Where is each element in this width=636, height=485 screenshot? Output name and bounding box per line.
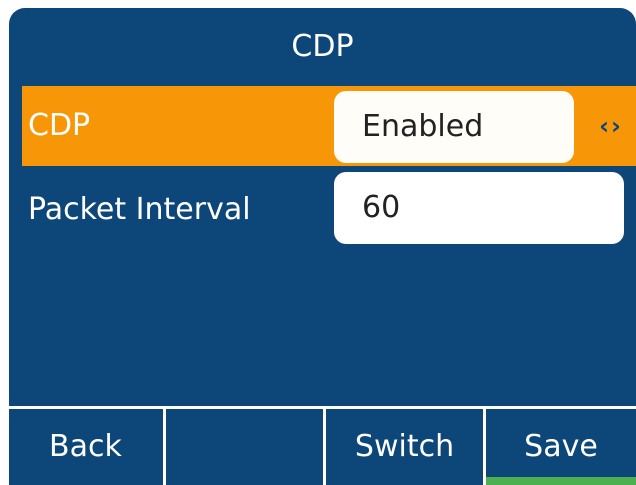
phone-screen: CDP CDP Enabled ‹› Packet Interval 60 Ba… — [9, 8, 636, 485]
setting-row-cdp[interactable]: CDP Enabled ‹› — [22, 86, 636, 166]
left-right-arrows-icon: ‹› — [599, 112, 623, 140]
save-button[interactable]: Save — [486, 409, 636, 485]
setting-label-packet-interval: Packet Interval — [28, 192, 251, 227]
packet-interval-input[interactable]: 60 — [334, 172, 624, 244]
setting-row-packet-interval[interactable]: Packet Interval 60 — [22, 170, 636, 250]
setting-label-cdp: CDP — [28, 108, 91, 143]
page-title: CDP — [291, 29, 354, 64]
empty-softkey[interactable] — [166, 409, 326, 485]
save-button-label: Save — [524, 429, 598, 464]
back-button[interactable]: Back — [9, 409, 166, 485]
cdp-select[interactable]: Enabled — [334, 91, 574, 163]
softkey-bar: Back Switch Save — [9, 406, 636, 485]
switch-button[interactable]: Switch — [326, 409, 486, 485]
save-indicator-bar — [486, 477, 636, 485]
